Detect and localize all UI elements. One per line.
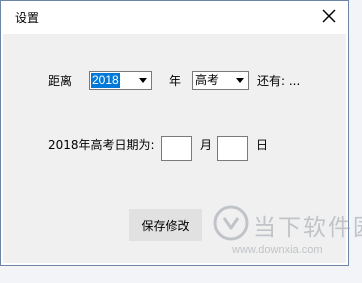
exam-select[interactable]: 高考 xyxy=(192,71,249,90)
month-field[interactable] xyxy=(161,136,192,161)
close-button[interactable] xyxy=(318,5,340,27)
year-select-dropdown-button[interactable] xyxy=(135,72,151,89)
watermark-text: 当下软件园 xyxy=(253,215,362,241)
year-select-value: 2018 xyxy=(91,73,120,88)
chevron-down-icon xyxy=(139,78,147,83)
watermark-url: www.downxia.com xyxy=(232,244,323,256)
year-select[interactable]: 2018 xyxy=(89,71,152,90)
page: 设置 距离 2018 年 高考 还有: ... 2018年高考日期为: 月 日 … xyxy=(0,0,362,283)
year-label: 年 xyxy=(169,74,182,88)
month-label: 月 xyxy=(200,138,213,152)
close-icon xyxy=(322,9,336,23)
save-button[interactable]: 保存修改 xyxy=(129,209,202,241)
watermark: 当下软件园 www.downxia.com xyxy=(212,204,362,260)
remaining-label: 还有: ... xyxy=(257,74,301,88)
day-field[interactable] xyxy=(217,136,248,161)
chevron-down-icon xyxy=(236,78,244,83)
day-label: 日 xyxy=(256,138,269,152)
title-bar: 设置 xyxy=(1,1,348,34)
exam-select-value: 高考 xyxy=(195,73,220,87)
distance-label: 距离 xyxy=(48,74,73,88)
exam-date-label: 2018年高考日期为: xyxy=(48,138,155,152)
exam-select-dropdown-button[interactable] xyxy=(232,72,248,89)
window-title: 设置 xyxy=(15,11,40,25)
downxia-logo-icon xyxy=(213,205,249,241)
